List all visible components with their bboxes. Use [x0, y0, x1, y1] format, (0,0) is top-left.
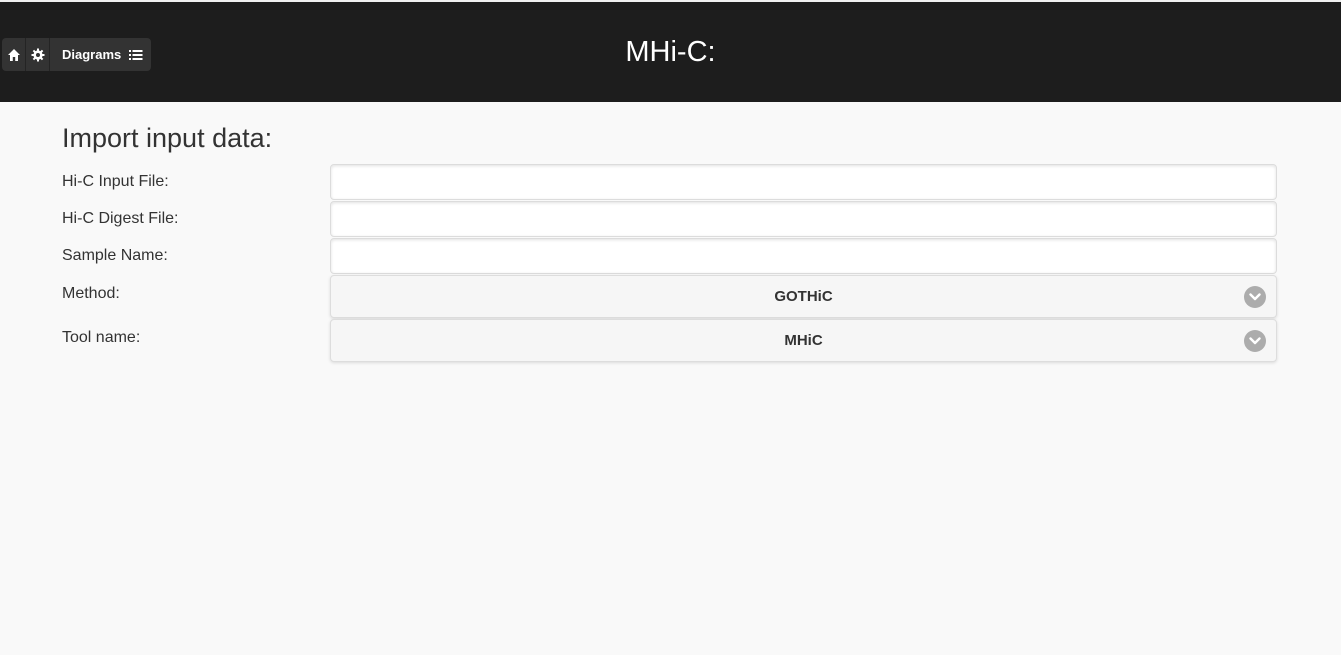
- sample-name-field[interactable]: [330, 238, 1277, 274]
- tool-name-label: Tool name:: [62, 329, 141, 346]
- section-title: Import input data:: [62, 123, 273, 153]
- tool-name-select[interactable]: MHiC: [330, 319, 1277, 362]
- method-select[interactable]: GOTHiC: [330, 275, 1277, 318]
- hic-digest-file-field[interactable]: [330, 201, 1277, 237]
- tool-name-selected-value: MHiC: [784, 332, 823, 349]
- hic-input-file-field[interactable]: [330, 164, 1277, 200]
- hic-input-file-label: Hi-C Input File:: [62, 173, 169, 190]
- chevron-down-icon: [1244, 286, 1266, 308]
- sample-name-label: Sample Name:: [62, 247, 168, 264]
- page-title: MHi-C:: [625, 36, 716, 68]
- header-bar: Diagrams MHi-C:: [0, 0, 1341, 102]
- hic-digest-file-label: Hi-C Digest File:: [62, 210, 179, 227]
- method-selected-value: GOTHiC: [774, 288, 833, 305]
- chevron-down-icon: [1244, 330, 1266, 352]
- method-label: Method:: [62, 285, 120, 302]
